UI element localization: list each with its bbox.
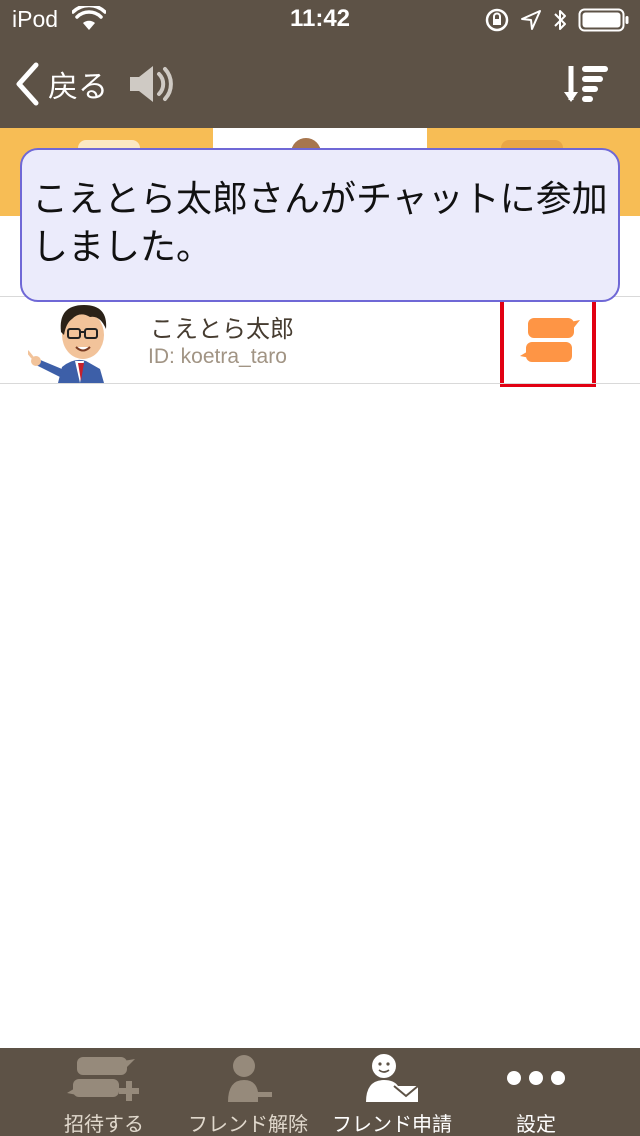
friend-row[interactable]: こえとら太郎 ID: koetra_taro	[0, 294, 640, 387]
friend-id: ID: koetra_taro	[148, 345, 287, 368]
remove-friend-label: フレンド解除	[188, 1112, 308, 1136]
rotation-lock-icon	[485, 8, 509, 32]
join-notification-toast: こえとら太郎さんがチャットに参加しました。	[20, 148, 620, 302]
battery-icon	[578, 8, 629, 32]
chat-bubbles-icon	[520, 318, 580, 362]
friend-name: こえとら太郎	[150, 315, 294, 343]
more-icon	[507, 1071, 565, 1085]
sort-icon[interactable]	[562, 62, 612, 106]
top-bar: iPod 11:42 戻る	[0, 0, 640, 128]
friend-request-icon	[366, 1054, 419, 1102]
toast-message: こえとら太郎さんがチャットに参加しました。	[32, 179, 608, 268]
speaker-icon[interactable]	[126, 62, 176, 106]
avatar	[28, 305, 107, 383]
remove-friend-icon-wrap	[168, 1052, 328, 1104]
status-bar: iPod 11:42	[0, 0, 640, 40]
chat-button[interactable]	[500, 294, 596, 387]
divider	[0, 383, 640, 384]
friend-request-icon-wrap	[312, 1052, 472, 1104]
nav-bar: 戻る	[0, 40, 640, 128]
status-icons	[484, 6, 630, 34]
back-label: 戻る	[48, 70, 108, 105]
bottom-toolbar: 招待する フレンド解除 フレンド申請 設定	[0, 1048, 640, 1136]
settings-label: 設定	[516, 1112, 556, 1136]
friend-request-button[interactable]: フレンド申請	[312, 1048, 472, 1136]
friend-request-label: フレンド申請	[332, 1112, 452, 1136]
invite-label: 招待する	[64, 1112, 144, 1136]
remove-friend-button[interactable]: フレンド解除	[168, 1048, 328, 1136]
settings-button[interactable]: 設定	[456, 1048, 616, 1136]
invite-chat-icon	[67, 1057, 139, 1101]
invite-icon-wrap	[24, 1052, 184, 1104]
invite-button[interactable]: 招待する	[24, 1048, 184, 1136]
back-button[interactable]: 戻る	[14, 60, 108, 108]
more-icon-wrap	[456, 1052, 616, 1104]
bluetooth-icon	[554, 10, 566, 30]
location-icon	[521, 10, 541, 30]
remove-friend-icon	[228, 1055, 272, 1102]
chevron-left-icon	[16, 62, 39, 106]
